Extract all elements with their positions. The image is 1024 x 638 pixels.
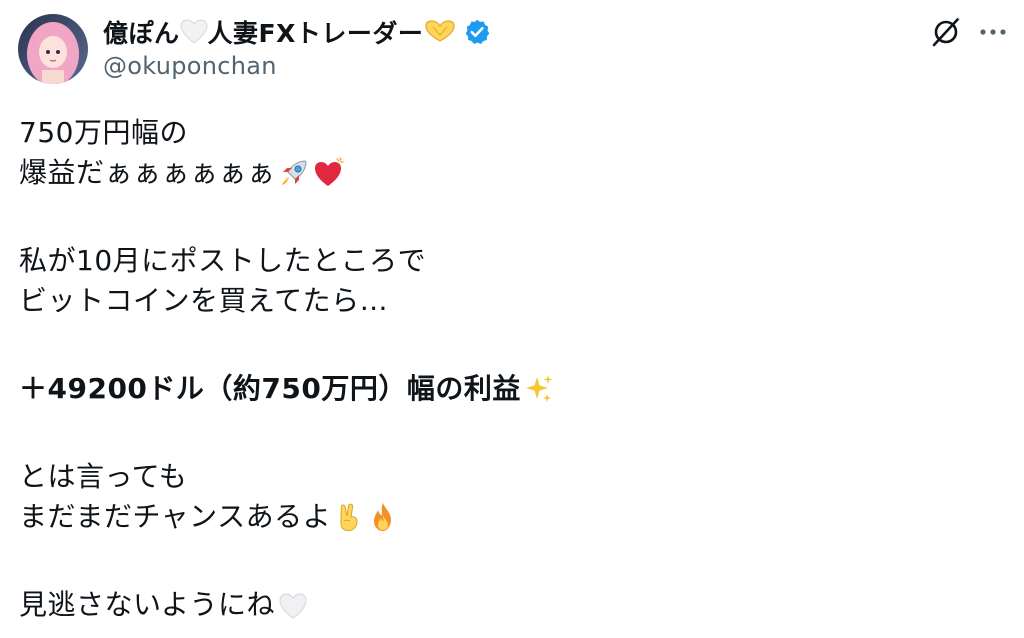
victory-hand-icon [340, 503, 358, 532]
post-line: 750万円幅の [19, 113, 979, 153]
display-name-part2[interactable]: 人妻FXトレーダー [208, 14, 424, 50]
fire-icon [374, 503, 392, 531]
post-text-line6: とは言っても [19, 460, 188, 493]
post-text-line7: まだまだチャンスあるよ [19, 500, 332, 533]
post-text-line5: ＋49200ドル（約750万円）幅の利益 [19, 372, 521, 405]
post-line: 見逃さないようにね [19, 585, 979, 625]
post-text-line4: ビットコインを買えてたら… [19, 284, 389, 317]
post-line: とは言っても [19, 457, 979, 497]
sparkles-icon [525, 375, 553, 402]
white-heart-icon [279, 593, 307, 619]
avatar[interactable] [18, 14, 88, 84]
display-name-part1[interactable]: 億ぽん [103, 14, 180, 50]
post-line: ビットコインを買えてたら… [19, 281, 979, 321]
rocket-icon [281, 160, 307, 185]
beating-heart-icon [314, 157, 344, 186]
post-text-line2: 爆益だぁぁぁぁぁぁ [19, 156, 276, 189]
post-body: 750万円幅の 爆益だぁぁぁぁぁぁ 私が10月にポストしたところで ビットコイン… [19, 113, 979, 625]
verified-badge-icon [466, 19, 490, 45]
heart-hands-icon [425, 20, 455, 42]
post-line: ＋49200ドル（約750万円）幅の利益 [19, 369, 979, 409]
post-card: 億ぽん 人妻FXトレーダー @okuponchan 750万円幅の 爆益だぁぁぁ… [0, 0, 1024, 638]
author-name-row[interactable]: 億ぽん 人妻FXトレーダー [103, 14, 491, 50]
grok-icon[interactable] [928, 14, 964, 50]
post-text-line8: 見逃さないようにね [19, 588, 275, 621]
post-line: 私が10月にポストしたところで [19, 241, 979, 281]
post-text-line1: 750万円幅の [19, 116, 188, 149]
more-options-icon[interactable] [978, 24, 1008, 40]
post-line: 爆益だぁぁぁぁぁぁ [19, 153, 979, 193]
author-handle[interactable]: @okuponchan [103, 52, 277, 80]
avatar-image [18, 14, 88, 84]
white-heart-icon [180, 19, 208, 44]
post-line: まだまだチャンスあるよ [19, 497, 979, 537]
post-text-line3: 私が10月にポストしたところで [19, 244, 427, 277]
